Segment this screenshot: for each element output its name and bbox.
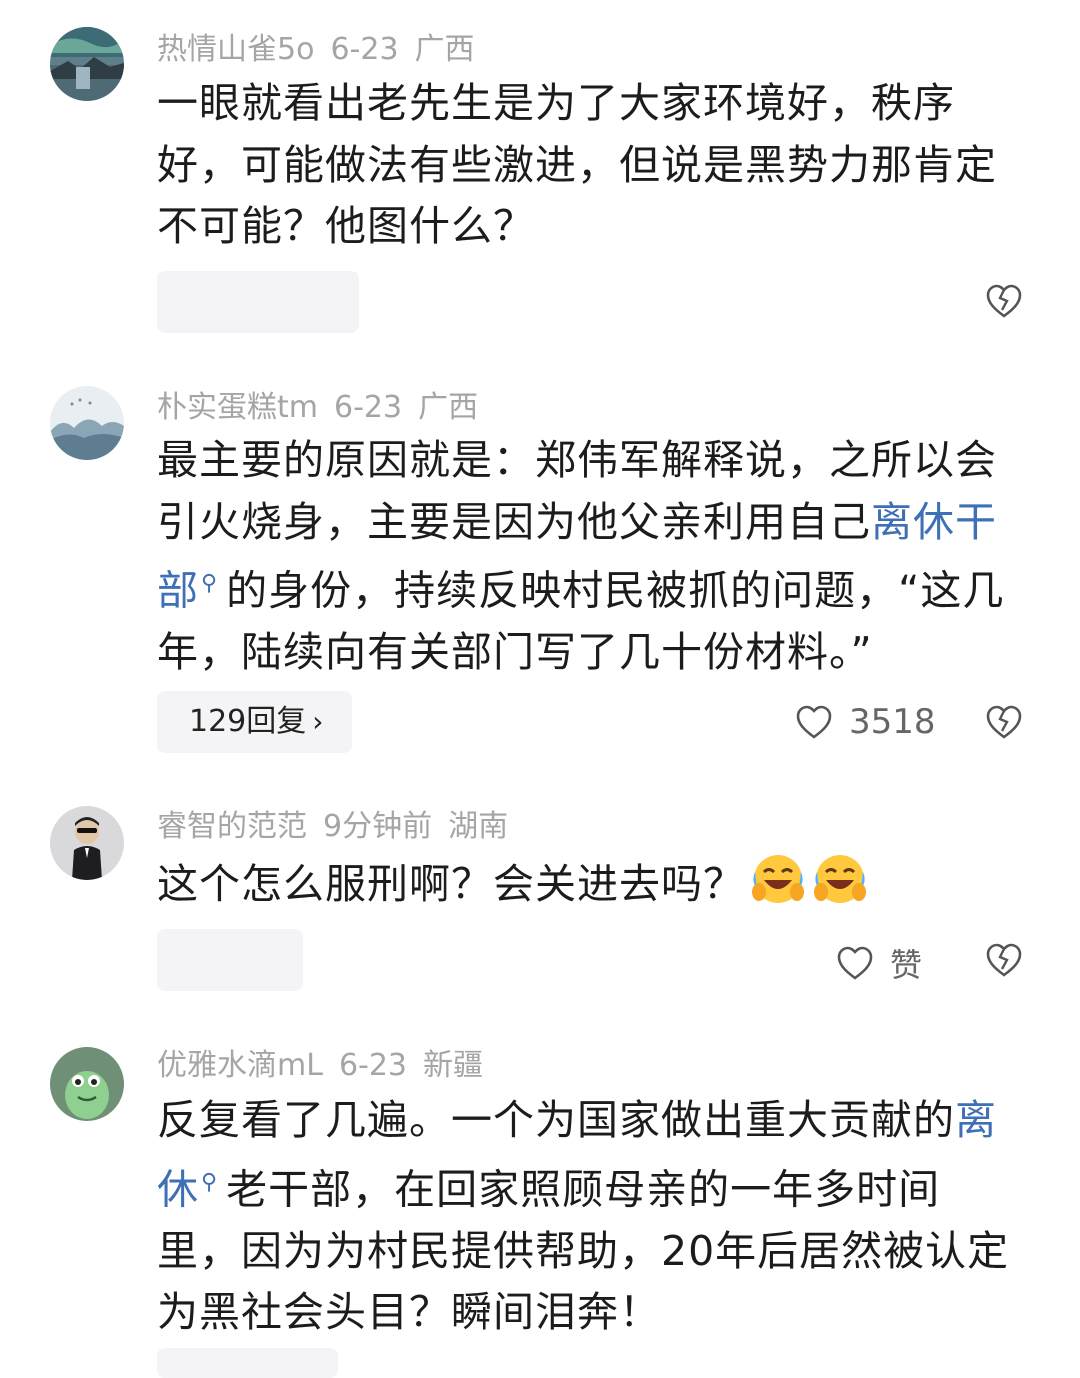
comment-text-part: 老干部，在回家照顾母亲的一年多时间里，因为为村民提供帮助，20年后居然被认定为黑… (157, 1165, 1010, 1337)
comment-meta: 睿智的范范 9分钟前 湖南 (157, 807, 524, 847)
comment-meta: 朴实蛋糕tm 6-23 广西 (157, 388, 494, 428)
like-label: 赞 (890, 946, 923, 984)
search-icon[interactable]: ⚲ (201, 1170, 218, 1195)
comment-location: 湖南 (448, 809, 509, 844)
comment-text: 这个怎么服刑啊？会关进去吗？ (157, 852, 1017, 916)
comment-time: 6-23 (334, 390, 403, 425)
reply-pill[interactable] (157, 1348, 338, 1378)
view-replies-button[interactable]: 129回复 › (157, 691, 352, 753)
like-count: 3518 (849, 702, 936, 742)
comment-location: 广西 (414, 32, 475, 67)
username[interactable]: 优雅水滴mL (157, 1048, 323, 1083)
laughing-crying-emoji-icon (811, 852, 869, 906)
comment-item: 朴实蛋糕tm 6-23 广西 最主要的原因就是：郑伟军解释说，之所以会引火烧身，主要… (0, 360, 1080, 780)
dislike-button[interactable] (985, 704, 1023, 740)
comment-text: 一眼就看出老先生是为了大家环境好，秩序好，可能做法有些激进，但说是黑势力那肯定不… (157, 73, 1017, 258)
comment-time: 6-23 (338, 1048, 408, 1083)
comment-text: 最主要的原因就是：郑伟军解释说，之所以会引火烧身，主要是因为他父亲利用自己离休干… (157, 430, 1017, 684)
chevron-right-icon: › (312, 705, 324, 738)
comment-item: 热情山雀5o 6-23 广西 一眼就看出老先生是为了大家环境好，秩序好，可能做法有些… (0, 0, 1080, 360)
comment-time: 9分钟前 (323, 809, 433, 844)
avatar[interactable] (50, 806, 124, 880)
heart-outline-icon (795, 704, 833, 740)
heart-outline-icon (836, 945, 874, 981)
dislike-button[interactable] (985, 942, 1023, 978)
avatar[interactable] (50, 1047, 124, 1121)
laughing-crying-emoji-icon (749, 852, 807, 906)
broken-heart-icon (986, 705, 1022, 739)
reply-pill[interactable] (157, 929, 303, 991)
search-icon[interactable]: ⚲ (201, 571, 218, 596)
comment-text: 反复看了几遍。一个为国家做出重大贡献的离休⚲ 老干部，在回家照顾母亲的一年多时间里… (157, 1090, 1017, 1344)
comment-item: 睿智的范范 9分钟前 湖南 这个怎么服刑啊？会关进去吗？ 赞 (0, 780, 1080, 1020)
broken-heart-icon (986, 943, 1022, 977)
comment-meta: 热情山雀5o 6-23 广西 (157, 30, 491, 70)
like-button[interactable]: 3518 (795, 702, 936, 742)
comment-text-part: 的身份，持续反映村民被抓的问题，“这几年，陆续向有关部门写了几十份材料。” (157, 566, 1005, 677)
dislike-button[interactable] (985, 283, 1023, 319)
broken-heart-icon (986, 284, 1022, 318)
comment-item: 优雅水滴mL 6-23 新疆 反复看了几遍。一个为国家做出重大贡献的离休⚲ 老干部，在… (0, 1020, 1080, 1378)
username[interactable]: 睿智的范范 (157, 809, 307, 844)
avatar[interactable] (50, 386, 124, 460)
username[interactable]: 朴实蛋糕tm (157, 390, 318, 425)
username[interactable]: 热情山雀5o (157, 32, 314, 67)
avatar[interactable] (50, 27, 124, 101)
reply-pill[interactable] (157, 271, 359, 333)
comment-time: 6-23 (330, 32, 399, 67)
comment-meta: 优雅水滴mL 6-23 新疆 (157, 1046, 499, 1086)
comment-location: 新疆 (423, 1048, 484, 1083)
comment-text-part: 这个怎么服刑啊？会关进去吗？ (157, 860, 745, 908)
like-button[interactable]: 赞 (836, 940, 922, 986)
reply-count: 129回复 (189, 704, 307, 739)
comment-text-part: 反复看了几遍。一个为国家做出重大贡献的 (157, 1096, 955, 1144)
comment-text-part: 一眼就看出老先生是为了大家环境好，秩序好，可能做法有些激进，但说是黑势力那肯定不… (157, 79, 997, 250)
comment-location: 广西 (418, 390, 479, 425)
